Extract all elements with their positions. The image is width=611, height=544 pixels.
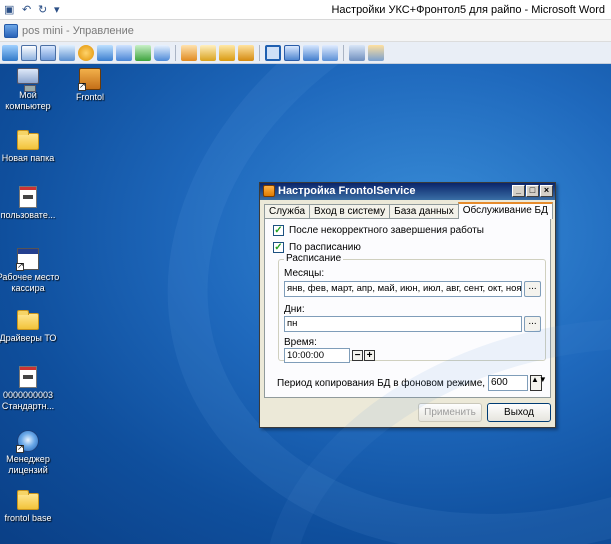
tab-service[interactable]: Служба [264,204,311,219]
desktop-icon-label: 0000000003 Стандартн... [1,390,55,411]
fit-icon[interactable] [322,44,338,61]
shortcut-arrow-icon [16,261,24,271]
exit-button[interactable]: Выход [487,403,551,422]
scale-icon[interactable] [303,44,319,61]
after-incorrect-shutdown-label: После некорректного завершения работы [289,225,484,236]
after-incorrect-shutdown-option[interactable]: ✓ После некорректного завершения работы [273,224,484,237]
word-window-title: Настройки УКС+Фронтол5 для райпо - Micro… [331,4,605,16]
months-label: Месяцы: [284,268,325,279]
desktop-icon-new-folder[interactable]: Новая папка [0,130,60,164]
desktop-icon-standard-document[interactable]: 0000000003 Стандартн... [0,366,60,412]
document-icon [19,186,37,208]
vm-title-bar: pos mini - Управление [0,20,611,42]
months-field[interactable]: янв, фев, март, апр, май, июн, июл, авг,… [284,281,522,297]
desktop-icon-label: Рабочее место кассира [0,272,60,293]
time-field[interactable]: 10:00:00 [284,348,350,363]
monitor-icon[interactable] [97,44,113,61]
tab-logon[interactable]: Вход в систему [309,204,391,219]
shortcut-arrow-icon [16,443,24,453]
keyboard-icon[interactable] [59,44,75,61]
license-manager-icon [16,430,39,453]
after-incorrect-shutdown-checkbox[interactable]: ✓ [273,225,284,236]
desktop-icon-license-manager[interactable]: Менеджер лицензий [0,430,60,476]
time-increment-button[interactable]: + [364,350,375,361]
backup-period-label: Период копирования БД в фоновом режиме, … [277,378,503,389]
desktop-icon-label: Менеджер лицензий [6,454,50,475]
desktop-icon-label: Драйверы ТО [0,333,57,343]
backup-period-spinner[interactable]: ▲▼ [530,375,547,391]
desktop-icon-frontol[interactable]: Frontol [58,68,122,103]
redo-icon[interactable]: ↻ [38,3,47,17]
window-controls: _ □ × [512,185,553,197]
remote-desktop: Мой компьютер Frontol Новая папка пользо… [0,64,611,544]
days-field[interactable]: пн [284,316,522,332]
tab-db-maintenance[interactable]: Обслуживание БД [457,202,553,219]
days-browse-button[interactable]: ... [524,316,541,332]
on-schedule-checkbox[interactable]: ✓ [273,242,284,253]
display-icon[interactable] [2,44,18,61]
fullscreen-icon[interactable] [284,44,300,61]
desktop-icon-label: frontol base [4,513,52,523]
users-icon[interactable] [200,44,216,61]
vm-app-icon [4,24,18,38]
schedule-group-title: Расписание [284,253,344,264]
tab-strip: Служба Вход в систему База данных Обслуж… [264,202,553,219]
desktop-icon-label: пользовате... [0,210,56,220]
tab-database[interactable]: База данных [389,204,459,219]
toolbar-separator [175,44,176,61]
grid-icon[interactable] [21,44,37,61]
db-maintenance-panel: ✓ После некорректного завершения работы … [264,218,551,398]
schedule-group: Расписание Месяцы: янв, фев, март, апр, … [278,253,546,363]
on-schedule-label: По расписанию [289,242,361,253]
desktop-icon-my-computer[interactable]: Мой компьютер [0,68,60,112]
document-icon [19,366,37,388]
dialog-title-bar[interactable]: Настройка FrontolService _ □ × [260,183,555,200]
window-icon [16,248,39,271]
frontol-service-icon [263,185,275,197]
phone-icon[interactable] [135,44,151,61]
vm-toolbar [0,42,611,64]
desktop-icon-label: Frontol [75,92,104,102]
undo-icon[interactable]: ↶ [22,3,31,17]
time-label: Время: [284,337,317,348]
dialog-title: Настройка FrontolService [278,185,416,197]
desktop-icon-label: Мой компьютер [5,90,51,111]
computer-icon [17,68,39,92]
tools-icon[interactable] [368,44,384,61]
save-icon[interactable]: ▣ [4,3,14,17]
frontol-icon [78,68,101,91]
desktop-icon-frontol-base[interactable]: frontol base [0,490,60,524]
frontol-service-settings-dialog: Настройка FrontolService _ □ × Служба Вх… [259,182,556,428]
maximize-button[interactable]: □ [526,185,539,197]
unlock-icon[interactable] [238,44,254,61]
lock-icon[interactable] [219,44,235,61]
settings-icon[interactable] [349,44,365,61]
minimize-button[interactable]: _ [512,185,525,197]
user-icon[interactable] [181,44,197,61]
window-mode-icon[interactable] [265,44,281,61]
network-icon[interactable] [40,44,56,61]
chat-icon[interactable] [154,44,170,61]
shortcut-arrow-icon [78,81,86,91]
power-icon[interactable] [78,44,94,61]
time-decrement-button[interactable]: − [352,350,363,361]
toolbar-separator [343,44,344,61]
apply-button[interactable]: Применить [418,403,482,422]
backup-period-field[interactable]: 600 [488,375,528,391]
toolbar-separator [259,44,260,61]
customize-quick-access-icon[interactable]: ▾ [54,3,60,17]
word-title-bar: ▣ ↶ ↻ ▾ Настройки УКС+Фронтол5 для райпо… [0,0,611,20]
connect-icon[interactable] [116,44,132,61]
months-browse-button[interactable]: ... [524,281,541,297]
vm-window-title: pos mini - Управление [22,25,134,37]
folder-icon [17,490,39,510]
desktop-icon-cashier-workplace[interactable]: Рабочее место кассира [0,248,60,294]
folder-icon [17,130,39,150]
days-label: Дни: [284,304,305,315]
desktop-icon-drivers-folder[interactable]: Драйверы ТО [0,310,60,344]
desktop-icon-label: Новая папка [1,153,55,163]
desktop-icon-user-file[interactable]: пользовате... [0,186,60,221]
folder-icon [17,310,39,330]
close-button[interactable]: × [540,185,553,197]
